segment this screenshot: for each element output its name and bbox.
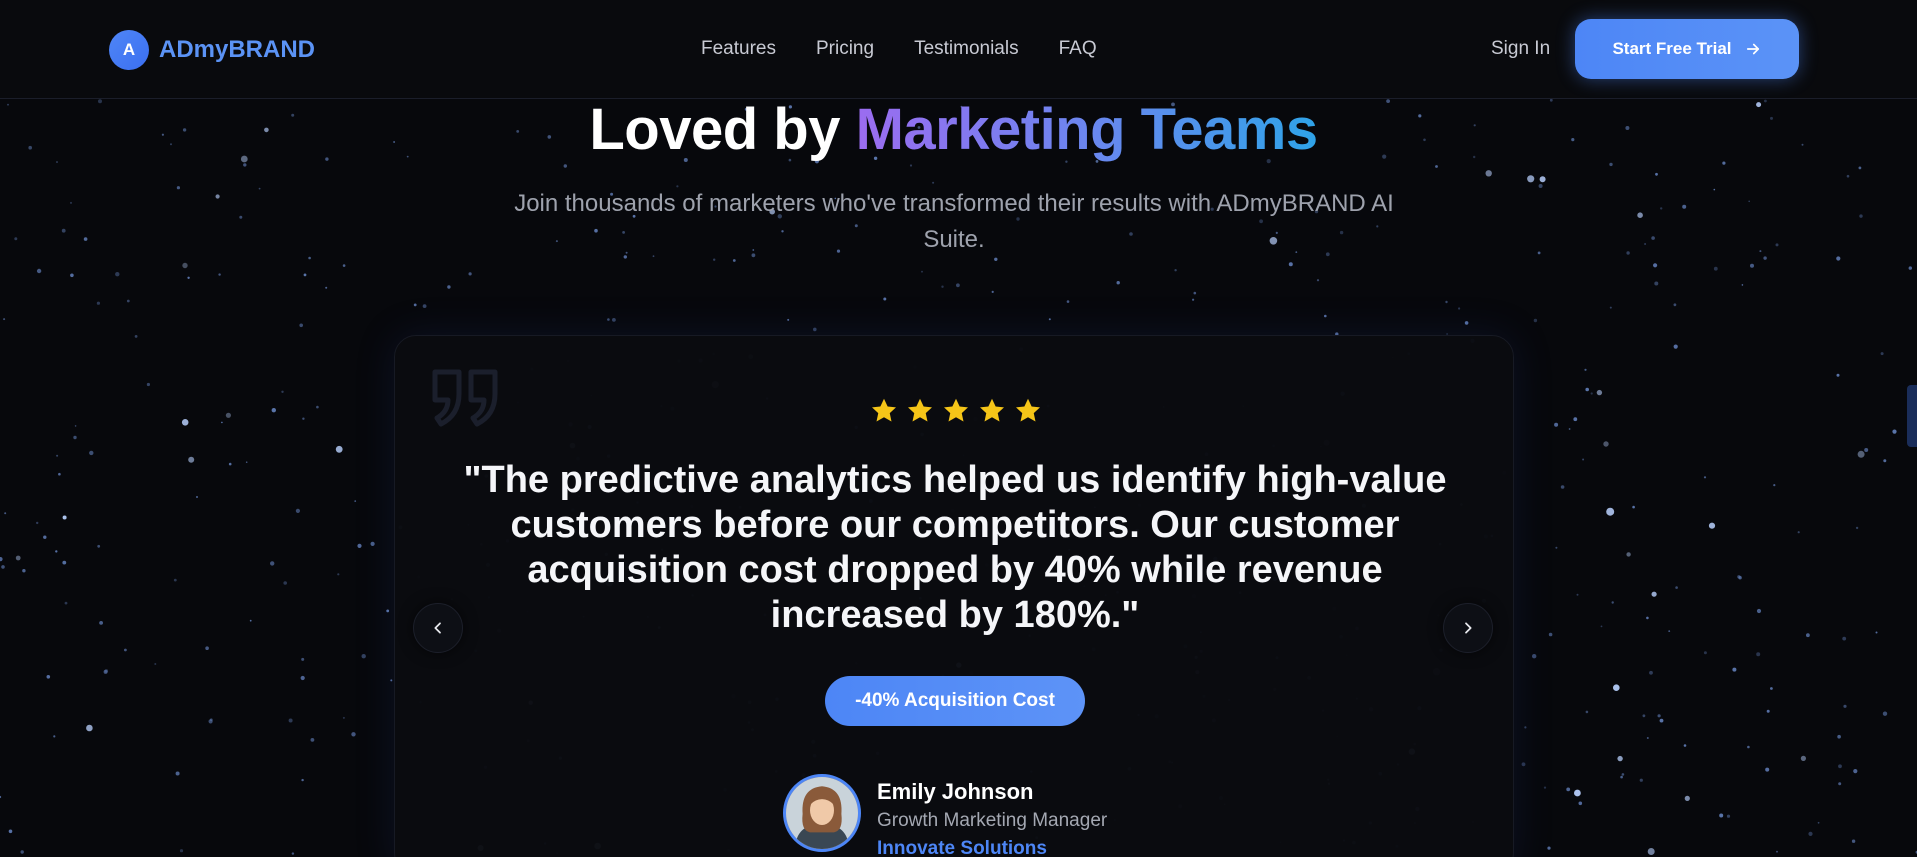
author-name: Emily Johnson xyxy=(877,779,1034,804)
author-company: Innovate Solutions xyxy=(877,838,1047,857)
brand-name: ADmyBRAND xyxy=(159,36,316,63)
star-icon xyxy=(980,398,1004,422)
testimonial-author: Emily Johnson Growth Marketing Manager I… xyxy=(783,774,1107,857)
section-title-plain: Loved by xyxy=(589,97,840,162)
author-info: Emily Johnson Growth Marketing Manager I… xyxy=(877,774,1107,857)
nav-link-faq[interactable]: FAQ xyxy=(1059,38,1097,60)
top-navbar: A ADmyBRAND Features Pricing Testimonial… xyxy=(0,0,1917,99)
scrollbar-thumb[interactable] xyxy=(1907,385,1917,447)
sign-in-link[interactable]: Sign In xyxy=(1491,38,1550,60)
nav-link-testimonials[interactable]: Testimonials xyxy=(914,38,1019,60)
quote-mark-icon xyxy=(432,369,498,427)
arrow-right-icon xyxy=(1746,43,1759,55)
carousel-next-button[interactable] xyxy=(1443,603,1493,653)
testimonial-quote: "The predictive analytics helped us iden… xyxy=(463,459,1447,636)
author-role: Growth Marketing Manager xyxy=(877,810,1108,831)
section-title: Loved by Marketing Teams xyxy=(0,96,1907,163)
start-free-trial-button[interactable]: Start Free Trial xyxy=(1575,19,1799,79)
star-icon xyxy=(908,398,932,422)
logo-mark-icon: A xyxy=(109,30,149,70)
section-title-highlight: Marketing Teams xyxy=(855,97,1319,162)
cta-label: Start Free Trial xyxy=(1612,39,1732,58)
nav-link-features[interactable]: Features xyxy=(701,38,776,60)
chevron-right-icon xyxy=(1465,622,1472,634)
star-icon xyxy=(872,398,896,422)
nav-links: Features Pricing Testimonials FAQ xyxy=(701,38,1097,60)
carousel-prev-button[interactable] xyxy=(413,603,463,653)
brand-logo[interactable]: A ADmyBRAND xyxy=(109,30,315,70)
star-icon xyxy=(944,398,968,422)
star-icon xyxy=(1016,398,1040,422)
chevron-left-icon xyxy=(434,622,441,634)
section-subtitle: Join thousands of marketers who've trans… xyxy=(514,190,1394,253)
star-rating xyxy=(869,396,1043,426)
testimonial-card: "The predictive analytics helped us iden… xyxy=(394,335,1514,857)
avatar xyxy=(783,774,861,852)
metric-badge: -40% Acquisition Cost xyxy=(825,676,1085,726)
nav-link-pricing[interactable]: Pricing xyxy=(816,38,874,60)
